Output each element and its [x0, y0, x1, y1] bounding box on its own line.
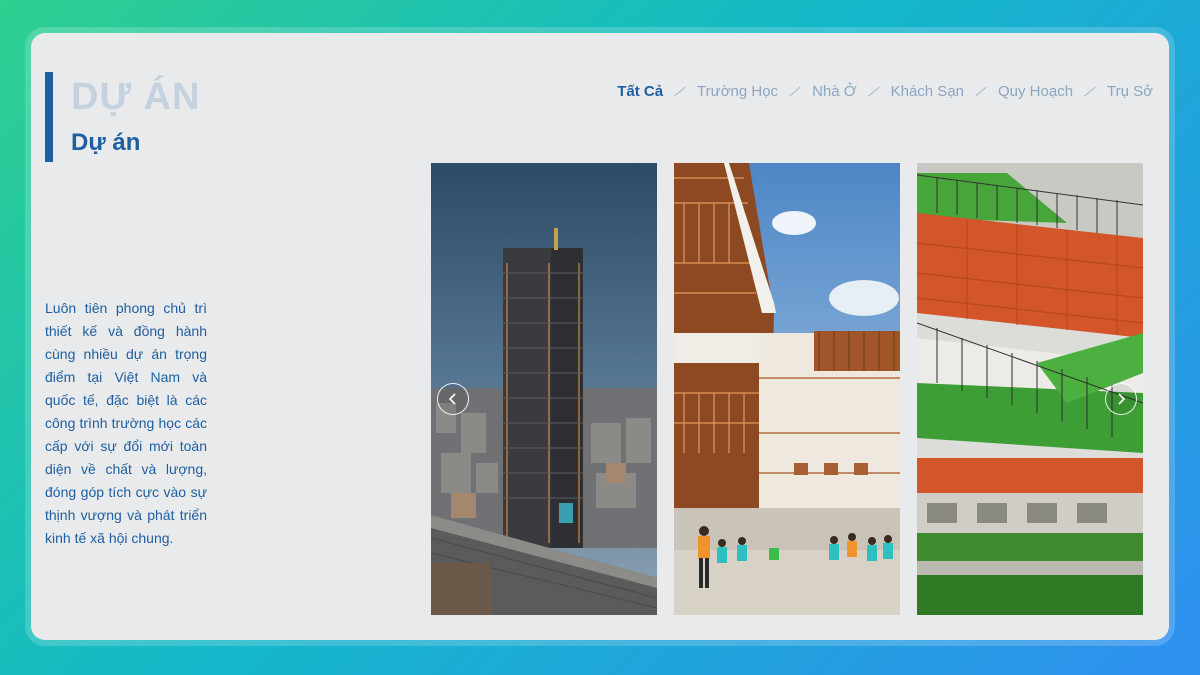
filter-separator: [1084, 86, 1096, 97]
project-photo-ramps[interactable]: [917, 163, 1143, 615]
filter-separator: [975, 86, 987, 97]
filter-separator: [674, 86, 686, 97]
filter-hotels[interactable]: Khách Sạn: [891, 83, 964, 100]
chevron-right-icon: [1118, 393, 1126, 405]
filter-headquarters[interactable]: Trụ Sở: [1107, 83, 1153, 100]
filter-schools[interactable]: Trường Học: [697, 83, 778, 100]
section-title: Dự án: [71, 129, 141, 156]
gallery-next-button[interactable]: [1105, 383, 1137, 415]
title-accent-bar: [45, 72, 53, 162]
main-card: DỰ ÁN Dự án Tất Cả Trường Học Nhà Ở Khác…: [31, 33, 1169, 640]
filter-separator: [789, 86, 801, 97]
filter-separator: [867, 86, 880, 97]
gallery-prev-button[interactable]: [437, 383, 469, 415]
project-gallery: [431, 163, 1143, 615]
filter-all[interactable]: Tất Cả: [617, 83, 663, 100]
filter-housing[interactable]: Nhà Ở: [812, 83, 857, 100]
section-title-ghost: DỰ ÁN: [71, 76, 201, 118]
category-filter-bar: Tất Cả Trường Học Nhà Ở Khách Sạn Quy Ho…: [617, 83, 1153, 100]
filter-planning[interactable]: Quy Hoạch: [998, 83, 1073, 100]
section-description: Luôn tiên phong chủ trì thiết kế và đồng…: [45, 300, 207, 546]
project-photo-school[interactable]: [674, 163, 900, 615]
project-photo-tower[interactable]: [431, 163, 657, 615]
chevron-left-icon: [448, 393, 456, 405]
